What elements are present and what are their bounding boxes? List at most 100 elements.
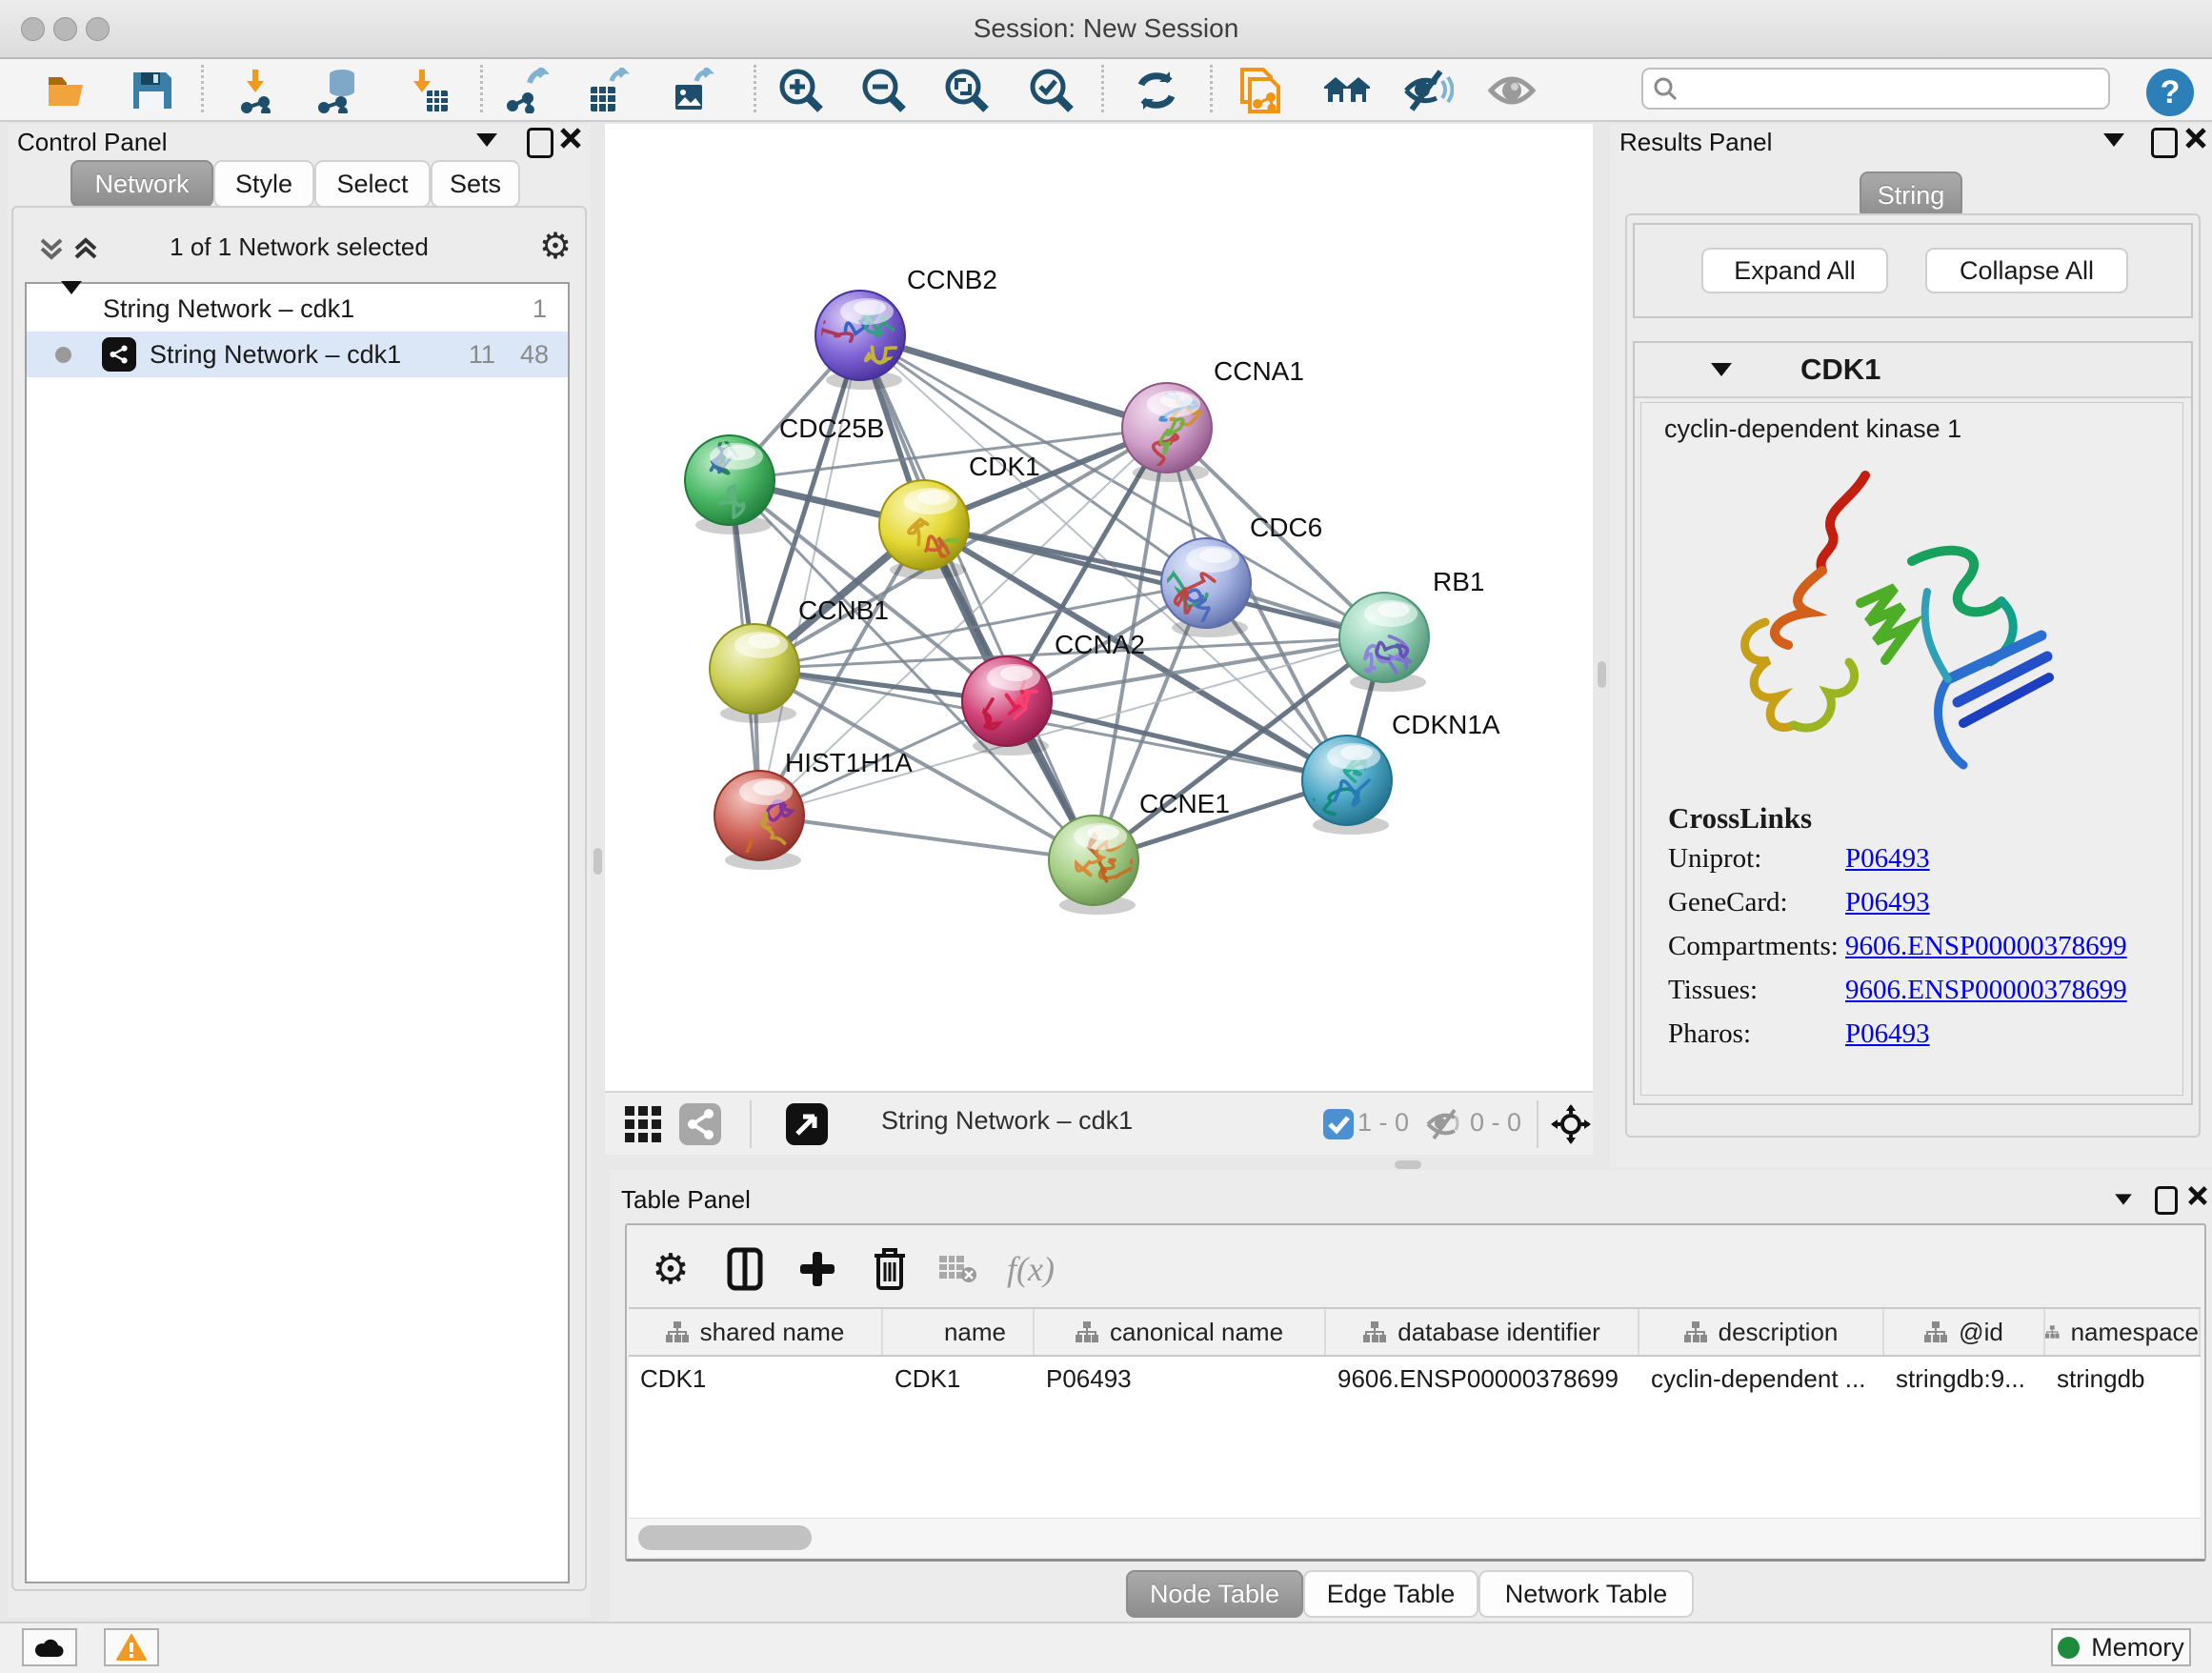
node-label-CCNB1: CCNB1 <box>798 595 889 625</box>
zoom-selected-icon[interactable] <box>1026 65 1077 116</box>
right-splitter-handle[interactable] <box>1598 661 1606 688</box>
gene-section: CDK1 cyclin-dependent kinase 1 <box>1633 341 2193 1105</box>
zoom-out-icon[interactable] <box>858 65 910 116</box>
export-network-icon[interactable] <box>500 65 552 116</box>
network-collection-row[interactable]: String Network – cdk1 1 <box>27 286 568 332</box>
network-row-selected[interactable]: String Network – cdk1 11 48 <box>27 332 568 377</box>
control-panel: Control Panel Network Style Select Sets … <box>8 124 591 1618</box>
crosslink-row: Uniprot:P06493 <box>1668 843 2163 875</box>
node-label-HIST1H1A: HIST1H1A <box>785 748 913 777</box>
cloud-icon <box>33 1636 66 1659</box>
string-network-graph[interactable]: CCNB2CCNA1CDC25BCDK1CDC6RB1CCNB1CCNA2CDK… <box>605 124 1593 1091</box>
tab-network[interactable]: Network <box>70 160 213 208</box>
import-database-icon[interactable] <box>313 65 365 116</box>
results-panel-float-icon[interactable] <box>2151 128 2178 158</box>
cloud-button[interactable] <box>22 1628 77 1666</box>
node-label-CCNE1: CCNE1 <box>1139 789 1230 818</box>
node-label-CDC6: CDC6 <box>1250 513 1322 542</box>
search-icon <box>1653 76 1678 101</box>
open-session-icon[interactable] <box>42 65 93 116</box>
crosslink-row: Tissues:9606.ENSP00000378699 <box>1668 975 2163 1006</box>
zoom-fit-icon[interactable] <box>941 65 993 116</box>
uniprot-link[interactable]: P06493 <box>1845 843 1930 875</box>
save-session-icon[interactable] <box>126 65 177 116</box>
toolbar-separator <box>750 1100 752 1148</box>
gene-section-header[interactable]: CDK1 <box>1635 343 2191 398</box>
show-columns-icon[interactable] <box>718 1242 772 1296</box>
crosslink-row: Pharos:P06493 <box>1668 1018 2163 1050</box>
delete-columns-trash-icon[interactable] <box>863 1242 916 1296</box>
results-panel: Results Panel String Expand All Collapse… <box>1610 124 2212 1167</box>
import-table-icon[interactable] <box>401 65 452 116</box>
help-icon[interactable]: ? <box>2146 69 2194 116</box>
results-panel-collapse-icon[interactable] <box>2103 133 2124 147</box>
export-table-icon[interactable] <box>582 65 633 116</box>
toolbar-separator <box>480 65 483 112</box>
column-header-name[interactable]: name <box>883 1309 1035 1355</box>
tab-node-table[interactable]: Node Table <box>1126 1570 1303 1618</box>
tab-style[interactable]: Style <box>213 160 314 208</box>
import-network-icon[interactable] <box>234 65 286 116</box>
search-input[interactable] <box>1678 73 2108 105</box>
expand-all-button[interactable]: Expand All <box>1701 248 1888 293</box>
control-panel-collapse-icon[interactable] <box>476 133 497 147</box>
table-horizontal-scrollbar[interactable] <box>629 1518 2201 1557</box>
pharos-link[interactable]: P06493 <box>1845 1018 1930 1050</box>
search-field[interactable] <box>1641 68 2110 110</box>
grid-view-icon[interactable] <box>622 1103 664 1145</box>
tab-network-table[interactable]: Network Table <box>1478 1570 1694 1618</box>
genecard-link[interactable]: P06493 <box>1845 887 1930 918</box>
bottom-splitter-handle[interactable] <box>1395 1160 1421 1169</box>
export-image-icon[interactable] <box>667 65 718 116</box>
network-options-gear-icon[interactable]: ⚙ <box>539 225 572 268</box>
results-panel-close-icon[interactable] <box>2183 126 2208 151</box>
title-bar: Session: New Session <box>0 0 2212 59</box>
tab-select[interactable]: Select <box>314 160 431 208</box>
fit-selected-crosshair-icon[interactable] <box>1550 1103 1592 1145</box>
zoom-in-icon[interactable] <box>775 65 827 116</box>
collapse-all-button[interactable]: Collapse All <box>1925 248 2128 293</box>
gene-collapse-arrow[interactable] <box>1711 363 1732 376</box>
table-panel-float-icon[interactable] <box>2155 1186 2178 1215</box>
create-column-plus-icon[interactable] <box>791 1242 844 1296</box>
column-header-database-identifier[interactable]: database identifier <box>1326 1309 1639 1355</box>
copy-network-style-icon[interactable] <box>1235 65 1286 116</box>
tab-sets[interactable]: Sets <box>431 160 520 208</box>
selected-checkbox-icon[interactable] <box>1317 1103 1359 1145</box>
collection-expand-arrow[interactable] <box>61 294 82 324</box>
network-view-toolbar: String Network – cdk1 1 - 0 0 - 0 <box>605 1091 1593 1155</box>
table-panel-close-icon[interactable] <box>2186 1184 2209 1207</box>
function-builder-icon[interactable]: f(x) <box>1004 1242 1057 1296</box>
column-header-shared-name[interactable]: shared name <box>629 1309 883 1355</box>
results-panel-title: Results Panel <box>1619 128 1772 156</box>
tab-string[interactable]: String <box>1860 171 1962 219</box>
hide-selected-eye-slash-icon[interactable] <box>1403 65 1455 116</box>
hidden-eye-slash-icon[interactable] <box>1424 1103 1466 1145</box>
delete-table-icon[interactable] <box>932 1242 985 1296</box>
scrollbar-thumb[interactable] <box>638 1525 812 1550</box>
warnings-button[interactable] <box>104 1628 159 1666</box>
memory-button[interactable]: Memory <box>2051 1628 2191 1666</box>
network-overview-icon[interactable] <box>679 1103 721 1145</box>
left-splitter-handle[interactable] <box>593 848 602 875</box>
table-options-gear-icon[interactable]: ⚙ <box>644 1242 697 1296</box>
table-row[interactable]: CDK1 CDK1 P06493 9606.ENSP00000378699 cy… <box>629 1357 2201 1401</box>
network-canvas[interactable]: CCNB2CCNA1CDC25BCDK1CDC6RB1CCNB1CCNA2CDK… <box>605 124 1593 1091</box>
column-header-description[interactable]: description <box>1639 1309 1884 1355</box>
table-panel-collapse-icon[interactable] <box>2113 1193 2134 1206</box>
control-panel-close-icon[interactable] <box>558 126 583 151</box>
column-header-canonical-name[interactable]: canonical name <box>1035 1309 1326 1355</box>
compartments-link[interactable]: 9606.ENSP00000378699 <box>1845 931 2127 962</box>
node-label-CCNA1: CCNA1 <box>1214 356 1304 386</box>
tissues-link[interactable]: 9606.ENSP00000378699 <box>1845 975 2127 1006</box>
show-all-eye-icon[interactable] <box>1486 65 1538 116</box>
column-header-namespace[interactable]: namespace <box>2045 1309 2201 1355</box>
column-header-id[interactable]: @id <box>1884 1309 2045 1355</box>
tab-edge-table[interactable]: Edge Table <box>1303 1570 1478 1618</box>
control-panel-float-icon[interactable] <box>527 128 553 158</box>
detach-view-icon[interactable] <box>786 1103 828 1145</box>
refresh-icon[interactable] <box>1131 65 1182 116</box>
node-table: shared name name canonical name database… <box>629 1307 2201 1521</box>
window-title: Session: New Session <box>0 13 2212 44</box>
two-houses-icon[interactable] <box>1321 65 1373 116</box>
